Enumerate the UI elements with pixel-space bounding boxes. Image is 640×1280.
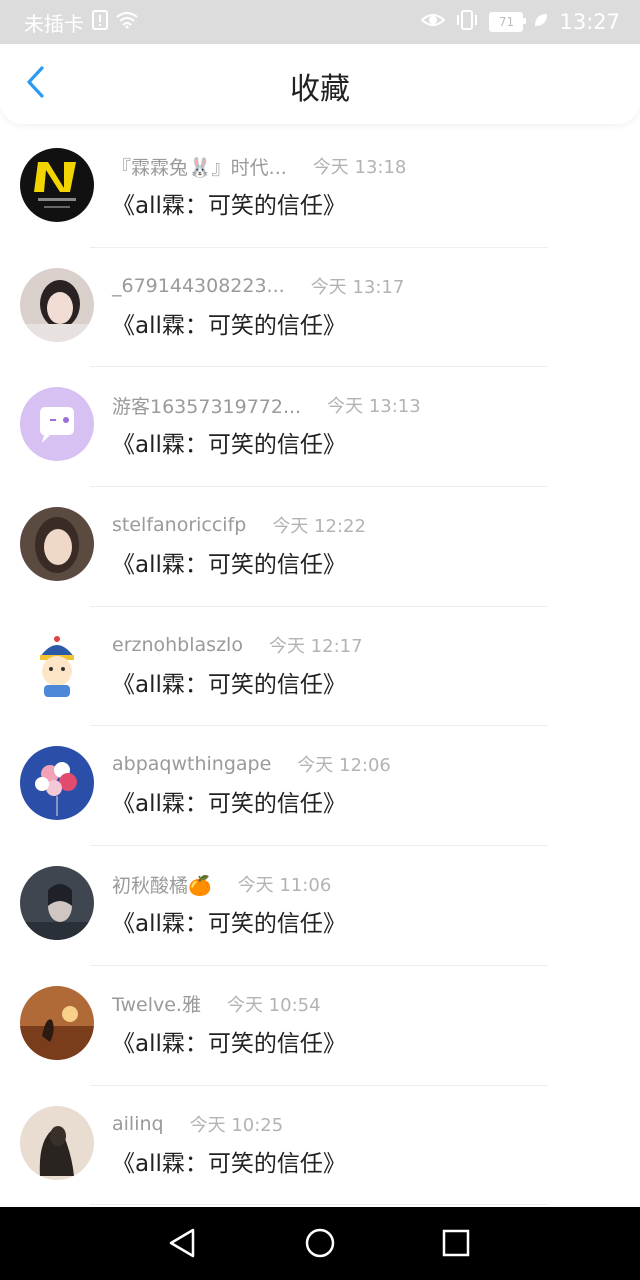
item-title[interactable]: 《all霖：可笑的信任》 (112, 545, 346, 579)
avatar[interactable] (20, 1105, 94, 1180)
timestamp: 今天 12:22 (272, 516, 366, 538)
username[interactable]: stelfanoriccifp (112, 514, 246, 536)
battery-indicator: 71 (489, 12, 527, 32)
list-item[interactable]: stelfanoriccifp 今天 12:22 《all霖：可笑的信任》 (0, 487, 640, 607)
timestamp: 今天 10:25 (189, 1114, 284, 1136)
item-meta: 游客16357319772... 今天 13:13 (112, 391, 421, 419)
eye-icon (420, 11, 446, 33)
username[interactable]: 游客16357319772... (112, 392, 301, 419)
timestamp: 今天 12:17 (268, 635, 363, 657)
item-meta: Twelve.雅 今天 10:54 (112, 990, 321, 1018)
username[interactable]: erznohblaszlo (112, 634, 243, 656)
item-title[interactable]: 《all霖：可笑的信任》 (112, 306, 346, 340)
item-title[interactable]: 《all霖：可笑的信任》 (112, 904, 346, 938)
nav-back-button[interactable] (160, 1223, 204, 1267)
item-meta: _679144308223... 今天 13:17 (112, 272, 404, 300)
app-header: 收藏 (0, 44, 640, 124)
avatar[interactable] (20, 866, 94, 941)
item-meta: 初秋酸橘🍊 今天 11:06 (112, 870, 331, 898)
item-meta: stelfanoriccifp 今天 12:22 (112, 511, 366, 539)
avatar[interactable] (20, 626, 94, 701)
item-title[interactable]: 《all霖：可笑的信任》 (112, 425, 346, 459)
divider (90, 1204, 548, 1206)
username[interactable]: ailinq (112, 1113, 164, 1135)
item-title[interactable]: 《all霖：可笑的信任》 (112, 784, 346, 818)
avatar[interactable] (20, 267, 94, 342)
list-item[interactable]: erznohblaszlo 今天 12:17 《all霖：可笑的信任》 (0, 607, 640, 727)
timestamp: 今天 10:54 (226, 994, 321, 1016)
list-item[interactable]: 初秋酸橘🍊 今天 11:06 《all霖：可笑的信任》 (0, 846, 640, 966)
list-item[interactable]: _679144308223... 今天 13:17 《all霖：可笑的信任》 (0, 248, 640, 368)
sim-alert-icon (92, 10, 108, 34)
item-meta: ailinq 今天 10:25 (112, 1110, 283, 1138)
status-left: 未插卡 (24, 8, 138, 36)
list-item[interactable]: ailinq 今天 10:25 《all霖：可笑的信任》 (0, 1086, 640, 1206)
carrier-label: 未插卡 (24, 11, 84, 36)
favorites-list: 『霖霖兔🐰』时代... 今天 13:18 《all霖：可笑的信任》 _67914… (0, 128, 640, 1206)
item-title[interactable]: 《all霖：可笑的信任》 (112, 186, 346, 220)
circle-home-icon (304, 1227, 336, 1263)
username[interactable]: 『霖霖兔🐰』时代... (112, 153, 287, 180)
timestamp: 今天 12:06 (297, 755, 391, 777)
item-meta: erznohblaszlo 今天 12:17 (112, 631, 363, 659)
username[interactable]: Twelve.雅 (112, 990, 201, 1017)
list-item[interactable]: Twelve.雅 今天 10:54 《all霖：可笑的信任》 (0, 966, 640, 1086)
item-meta: abpaqwthingape 今天 12:06 (112, 750, 391, 778)
list-item[interactable]: abpaqwthingape 今天 12:06 《all霖：可笑的信任》 (0, 726, 640, 847)
avatar[interactable] (20, 148, 94, 222)
username[interactable]: 初秋酸橘🍊 (112, 871, 212, 898)
status-right: 71 13:27 (420, 8, 620, 36)
system-nav-bar (0, 1207, 640, 1280)
avatar[interactable] (20, 985, 94, 1060)
username[interactable]: _679144308223... (112, 275, 285, 297)
vibrate-icon (455, 10, 479, 34)
timestamp: 今天 13:13 (327, 396, 421, 418)
leaf-icon (533, 12, 549, 32)
avatar[interactable] (20, 746, 94, 821)
nav-recents-button[interactable] (434, 1223, 478, 1267)
item-title[interactable]: 《all霖：可笑的信任》 (112, 1024, 346, 1058)
timestamp: 今天 13:17 (310, 276, 405, 298)
list-item[interactable]: 游客16357319772... 今天 13:13 《all霖：可笑的信任》 (0, 367, 640, 488)
square-recents-icon (441, 1228, 471, 1262)
clock: 13:27 (559, 10, 620, 34)
timestamp: 今天 11:06 (237, 875, 332, 897)
username[interactable]: abpaqwthingape (112, 753, 271, 775)
item-title[interactable]: 《all霖：可笑的信任》 (112, 1144, 346, 1178)
item-meta: 『霖霖兔🐰』时代... 今天 13:18 (112, 152, 406, 180)
list-item[interactable]: 『霖霖兔🐰』时代... 今天 13:18 《all霖：可笑的信任》 (0, 128, 640, 248)
avatar[interactable] (20, 507, 94, 582)
item-title[interactable]: 《all霖：可笑的信任》 (112, 665, 346, 699)
wifi-icon (116, 11, 138, 33)
triangle-back-icon (167, 1227, 197, 1263)
nav-home-button[interactable] (298, 1223, 342, 1267)
status-bar: 未插卡 71 13:27 (0, 0, 640, 44)
page-title: 收藏 (290, 72, 350, 107)
avatar[interactable] (20, 387, 94, 462)
timestamp: 今天 13:18 (312, 157, 407, 178)
